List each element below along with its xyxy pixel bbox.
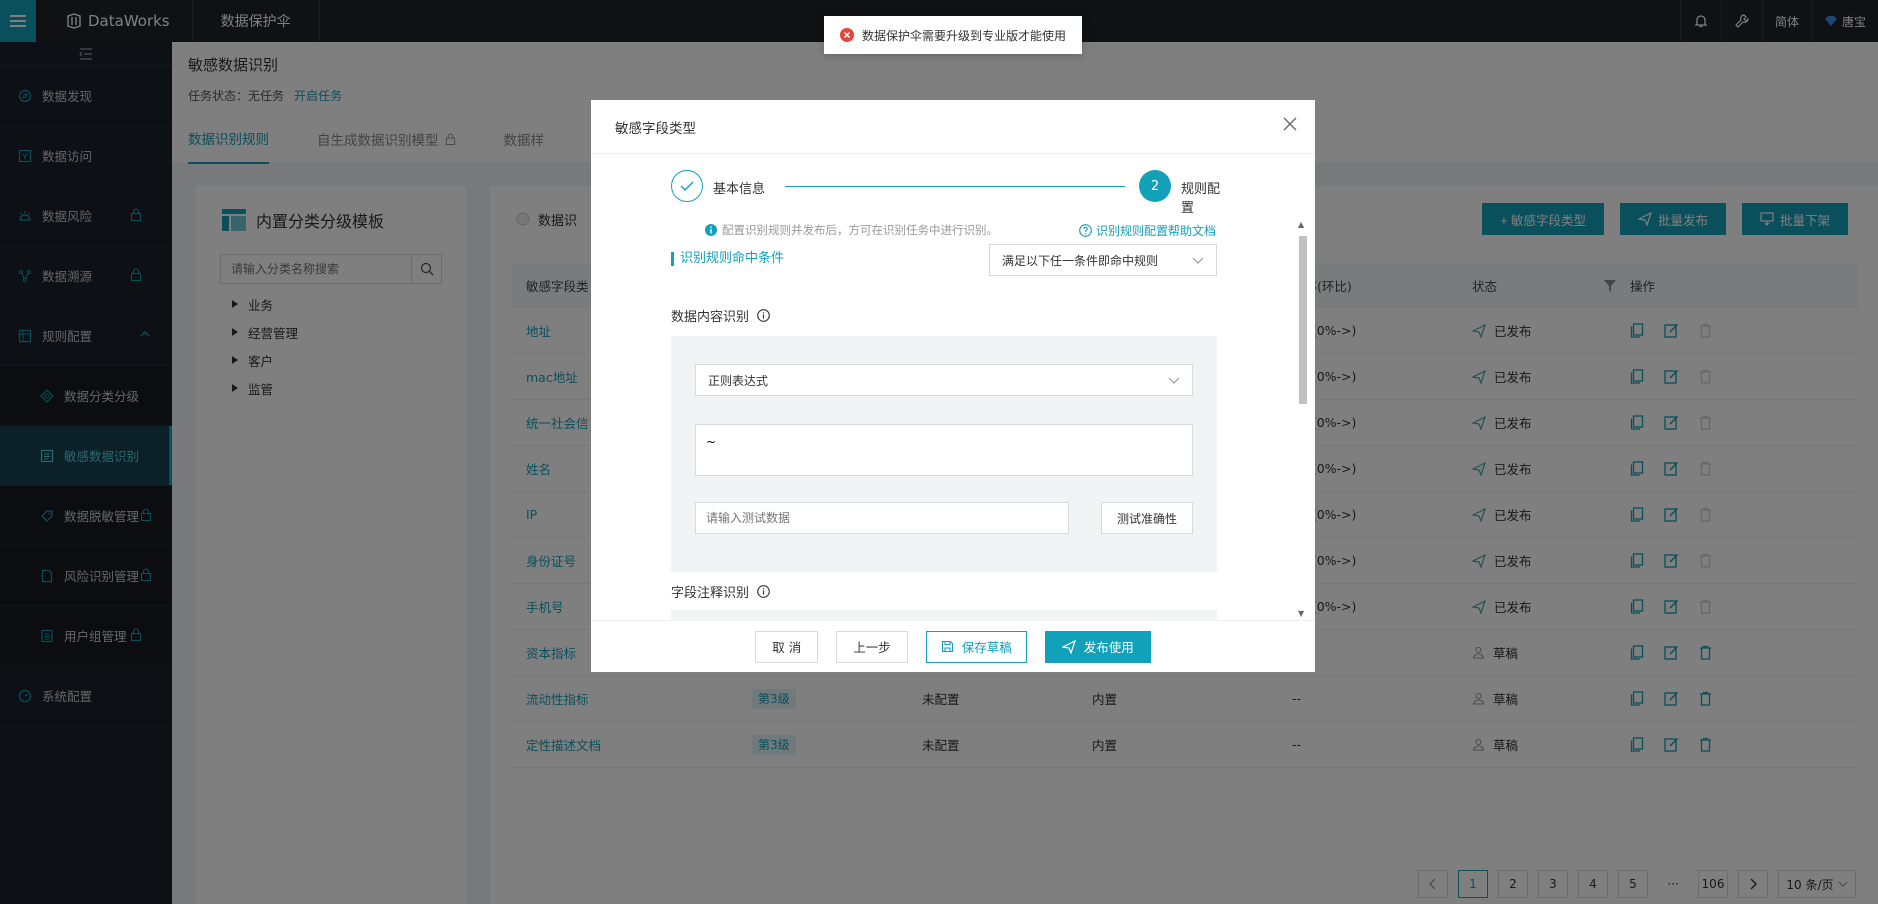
prev-step-button[interactable]: 上一步 [836, 630, 908, 663]
info-icon [705, 224, 717, 236]
step-connector [785, 186, 1125, 187]
content-identify-label: 数据内容识别 [671, 306, 770, 325]
save-icon [941, 640, 953, 653]
toast-text: 数据保护伞需要升级到专业版才能使用 [862, 28, 1067, 43]
regex-textarea[interactable]: ~ [695, 424, 1193, 476]
modal-body: 配置识别规则并发布后，方可在识别任务中进行识别。 识别规则配置帮助文档 识别规则… [591, 218, 1315, 620]
scroll-up-icon[interactable]: ▲ [1298, 220, 1304, 229]
help-doc-link[interactable]: 识别规则配置帮助文档 [1079, 222, 1216, 239]
publish-button[interactable]: 发布使用 [1044, 630, 1151, 663]
hint-text: 配置识别规则并发布后，方可在识别任务中进行识别。 [722, 223, 998, 237]
chevron-down-icon [1192, 257, 1204, 264]
close-icon[interactable] [1283, 117, 1297, 131]
help-link-text: 识别规则配置帮助文档 [1096, 224, 1217, 238]
step-2-current: 2 [1139, 170, 1171, 202]
content-label-text: 数据内容识别 [671, 310, 750, 325]
check-icon [680, 181, 694, 191]
error-toast: 数据保护伞需要升级到专业版才能使用 [824, 16, 1082, 54]
content-rule-box: 正则表达式 ~ 测试准确性 [671, 336, 1217, 572]
steps: 基本信息 2 规则配置 [671, 170, 1231, 216]
chevron-down-icon [1168, 377, 1180, 384]
comment-label-text: 字段注释识别 [671, 586, 750, 601]
error-icon [840, 28, 854, 42]
info-circle-icon[interactable] [757, 585, 770, 598]
scroll-down-icon[interactable]: ▼ [1298, 609, 1304, 618]
comment-identify-label: 字段注释识别 [671, 582, 770, 601]
button-label: 发布使用 [1083, 640, 1134, 655]
step-2-label: 规则配置 [1181, 182, 1221, 216]
step-1-label: 基本信息 [713, 182, 766, 197]
modal-header: 敏感字段类型 [591, 100, 1315, 154]
match-type-select[interactable]: 正则表达式 [695, 364, 1193, 396]
test-accuracy-button[interactable]: 测试准确性 [1101, 502, 1193, 534]
button-label: 保存草稿 [961, 640, 1012, 655]
info-circle-icon[interactable] [757, 309, 770, 322]
scrollbar-thumb[interactable] [1299, 236, 1307, 404]
help-icon [1079, 224, 1092, 237]
modal-scrollbar[interactable]: ▲ ▼ [1297, 220, 1307, 618]
condition-value: 满足以下任一条件即命中规则 [1002, 253, 1159, 268]
modal-footer: 取 消 上一步 保存草稿 发布使用 [591, 620, 1315, 672]
match-type-value: 正则表达式 [708, 373, 769, 388]
test-data-input[interactable] [695, 502, 1069, 534]
config-hint: 配置识别规则并发布后，方可在识别任务中进行识别。 [705, 222, 998, 238]
save-draft-button[interactable]: 保存草稿 [925, 630, 1027, 663]
step-1-done [671, 170, 703, 202]
section-title: 识别规则命中条件 [671, 252, 784, 266]
send-icon [1061, 639, 1076, 654]
cancel-button[interactable]: 取 消 [755, 630, 819, 663]
sensitive-type-modal: 敏感字段类型 基本信息 2 规则配置 配置识别规则并发布后，方可在识别任务中进行… [591, 100, 1315, 672]
modal-title: 敏感字段类型 [615, 120, 696, 137]
condition-select[interactable]: 满足以下任一条件即命中规则 [989, 244, 1217, 276]
comment-rule-box [671, 610, 1217, 620]
